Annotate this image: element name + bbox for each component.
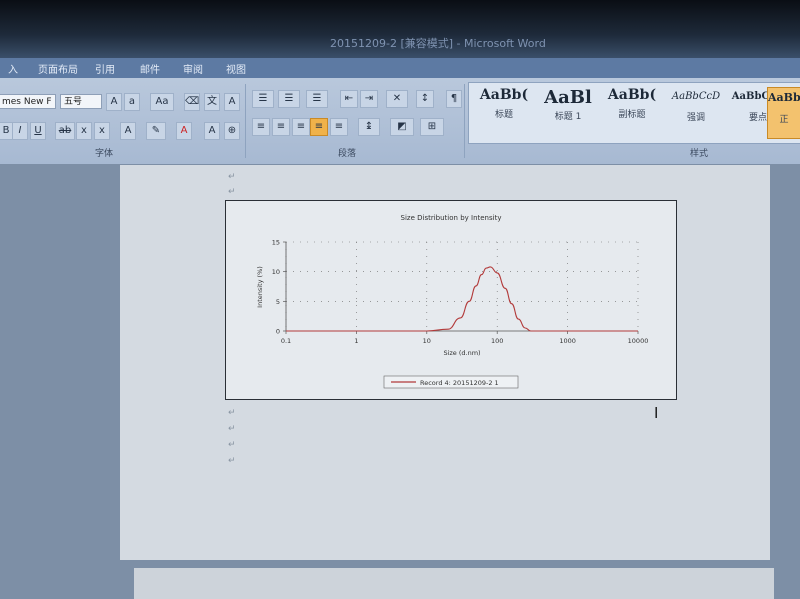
grow-font-icon[interactable]: A [106,93,122,111]
legend-entry: Record 4: 20151209-2 1 [420,379,499,387]
x-axis-label: Size (d.nm) [443,349,480,357]
chinese-layout-icon[interactable]: ✕ [386,90,408,108]
style-name: 副标题 [618,110,646,120]
x-tick-label: 100 [491,337,503,345]
font-size-box[interactable]: 五号 [60,94,102,109]
style-heading-1[interactable]: AaBl 标题 1 [537,87,599,137]
decrease-indent-icon[interactable]: ⇤ [340,90,358,108]
char-shading-icon[interactable]: A [204,122,220,140]
style-normal[interactable]: AaBbC 正 [767,87,800,139]
chart-title: Size Distribution by Intensity [401,214,502,222]
sort-icon[interactable]: ↕ [416,90,434,108]
ribbon: mes New F 五号 A a Aa ⌫ 文 A B I U ab x x A… [0,78,800,164]
style-sample: AaBbC [768,91,800,104]
text-cursor-icon: I [654,404,659,422]
x-tick-label: 0.1 [281,337,291,345]
style-title[interactable]: AaBb( 标题 [473,87,535,137]
ribbon-tabs: 入 页面布局 引用 邮件 审阅 视图 [0,58,800,78]
shading-icon[interactable]: ◩ [390,118,414,136]
x-tick-label: 1000 [559,337,576,345]
shrink-font-icon[interactable]: a [124,93,140,111]
show-marks-icon[interactable]: ¶ [446,90,462,108]
x-tick-labels: 0.1 1 10 100 1000 10000 [281,331,649,345]
increase-indent-icon[interactable]: ⇥ [360,90,378,108]
text-effects-icon[interactable]: A [120,122,136,140]
style-sample: AaBb( [607,87,657,103]
group-separator [245,84,246,158]
x-tick-label: 10000 [628,337,649,345]
y-tick-label: 10 [272,268,280,276]
font-group-label: 字体 [95,149,114,159]
paragraph-mark: ↵ [228,408,236,418]
size-distribution-chart: Size Distribution by Intensity 0 5 10 15 0.… [256,214,649,389]
style-emphasis[interactable]: AaBbCcD 强调 [665,87,727,137]
paragraph-mark: ↵ [228,424,236,434]
style-subtitle[interactable]: AaBb( 副标题 [601,87,663,137]
title-bar: 20151209-2 [兼容模式] - Microsoft Word [0,0,800,58]
paragraph-mark: ↵ [228,172,236,182]
highlight-icon[interactable]: ✎ [146,122,166,140]
chart-object[interactable]: Size Distribution by Intensity 0 5 10 15 0.… [225,200,677,400]
distribute-icon[interactable]: ≡ [330,118,348,136]
style-name: 标题 1 [554,112,582,122]
numbering-icon[interactable]: ☰ [278,90,300,108]
clear-format-icon[interactable]: ⌫ [184,93,200,111]
align-center-icon[interactable]: ≡ [272,118,290,136]
align-right-icon[interactable]: ≡ [292,118,310,136]
style-name: 正 [779,115,789,125]
tab-page-layout[interactable]: 页面布局 [38,61,78,76]
multilevel-list-icon[interactable]: ☰ [306,90,328,108]
justify-icon[interactable]: ≡ [310,118,328,136]
italic-icon[interactable]: I [12,122,28,140]
y-tick-label: 5 [276,298,280,306]
styles-gallery: AaBb( 标题 AaBl 标题 1 AaBb( 副标题 AaBbCcD 强调 … [468,82,800,144]
group-separator [464,84,465,158]
line-spacing-icon[interactable]: ↨ [358,118,380,136]
series-line-record-4 [286,266,638,332]
underline-icon[interactable]: U [30,122,46,140]
tab-mailings[interactable]: 邮件 [140,61,160,76]
font-color-icon[interactable]: A [176,122,192,140]
paragraph-mark: ↵ [228,440,236,450]
tab-review[interactable]: 审阅 [183,61,203,76]
tab-insert[interactable]: 入 [8,61,18,76]
style-sample: AaBl [544,87,592,108]
superscript-icon[interactable]: x [94,122,110,140]
window-title: 20151209-2 [兼容模式] - Microsoft Word [330,37,546,50]
subscript-icon[interactable]: x [76,122,92,140]
align-left-icon[interactable]: ≡ [252,118,270,136]
x-tick-label: 1 [354,337,358,345]
styles-group-label: 样式 [690,149,709,159]
next-page [134,568,774,599]
x-tick-label: 10 [423,337,431,345]
tab-references[interactable]: 引用 [95,61,115,76]
change-case-icon[interactable]: Aa [150,93,174,111]
borders-icon[interactable]: ⊞ [420,118,444,136]
style-name: 标题 [494,110,513,120]
style-sample: AaBb( [479,87,529,103]
y-tick-label: 0 [276,328,280,336]
enclose-char-icon[interactable]: ⊕ [224,122,240,140]
font-name-box[interactable]: mes New F [0,94,56,109]
style-name: 强调 [686,113,705,123]
strikethrough-icon[interactable]: ab [55,122,75,140]
y-tick-labels: 0 5 10 15 [272,239,286,336]
y-tick-label: 15 [272,239,280,247]
style-sample: AaBbCcD [671,91,721,102]
phonetic-guide-icon[interactable]: 文 [204,93,220,111]
paragraph-group-label: 段落 [338,149,357,159]
paragraph-mark: ↵ [228,456,236,466]
tab-view[interactable]: 视图 [226,61,246,76]
y-axis-label: Intensity (%) [256,266,264,308]
chart-grid [285,241,639,331]
bullets-icon[interactable]: ☰ [252,90,274,108]
paragraph-mark: ↵ [228,187,236,197]
character-border-icon[interactable]: A [224,93,240,111]
